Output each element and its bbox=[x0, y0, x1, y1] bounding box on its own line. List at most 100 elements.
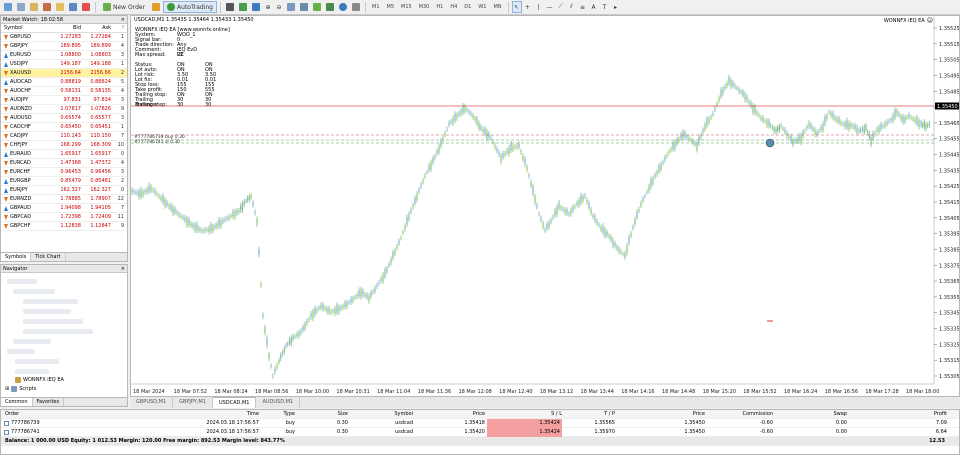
spread-cell: 0 bbox=[120, 151, 124, 157]
market-watch-icon[interactable] bbox=[28, 1, 40, 13]
expand-icon[interactable]: ⊞ bbox=[5, 386, 9, 392]
candle-body bbox=[178, 213, 180, 216]
tree-item-blurred[interactable] bbox=[15, 359, 59, 364]
column-header[interactable]: Order bbox=[5, 410, 19, 419]
trade-row[interactable]: 777786739 2024.03.18 17:56:57 buy 0.30 usdca… bbox=[1, 419, 959, 428]
column-header[interactable]: Price bbox=[441, 410, 485, 419]
candle-body bbox=[560, 207, 562, 209]
zoom-in-icon[interactable]: ⊕ bbox=[263, 1, 273, 13]
candle-body bbox=[624, 253, 626, 258]
tree-item-blurred[interactable] bbox=[23, 299, 78, 304]
text-icon[interactable]: A bbox=[589, 1, 599, 13]
price-chart-svg[interactable]: 1.35525 1.35515 1.35505 1.35495 1.35485 1.354… bbox=[131, 16, 959, 396]
data-window-icon[interactable] bbox=[41, 1, 53, 13]
vertical-line-icon[interactable]: | bbox=[534, 1, 544, 13]
candle-body bbox=[892, 115, 894, 122]
tree-item-blurred[interactable] bbox=[7, 349, 35, 354]
arrow-down-icon bbox=[4, 223, 8, 229]
tree-item-blurred[interactable] bbox=[7, 279, 37, 284]
navigator-icon[interactable] bbox=[54, 1, 66, 13]
tf-d1[interactable]: D1 bbox=[461, 1, 474, 13]
tree-item-blurred[interactable] bbox=[23, 329, 93, 334]
tab-common[interactable]: Common bbox=[1, 398, 33, 406]
column-header[interactable]: Profit bbox=[891, 410, 947, 419]
tree-item-scripts[interactable]: ⊞ Scripts bbox=[5, 386, 36, 392]
crosshair-icon[interactable]: + bbox=[523, 1, 533, 13]
column-header[interactable]: T / P bbox=[571, 410, 615, 419]
tf-m30[interactable]: M30 bbox=[416, 1, 433, 13]
trendline-icon[interactable]: ⟋ bbox=[556, 1, 566, 13]
bar-chart-icon[interactable] bbox=[224, 1, 236, 13]
cursor-icon[interactable]: ↖ bbox=[511, 1, 522, 13]
new-chart-icon[interactable] bbox=[2, 1, 14, 13]
tf-w1[interactable]: W1 bbox=[475, 1, 489, 13]
column-header[interactable]: Commission bbox=[721, 410, 773, 419]
time-label: 18 Mar 08:24 bbox=[214, 389, 247, 395]
close-icon[interactable]: × bbox=[121, 16, 125, 24]
header-spread[interactable]: ! bbox=[111, 24, 126, 32]
header-symbol[interactable]: Symbol bbox=[1, 24, 51, 32]
trade-row[interactable]: 777786741 2024.03.18 17:56:57 buy 0.30 usdca… bbox=[1, 428, 959, 437]
chart-tab-audusd[interactable]: AUDUSD,M1 bbox=[256, 397, 301, 408]
header-bid[interactable]: Bid bbox=[51, 24, 81, 32]
candle-body bbox=[390, 258, 392, 264]
horizontal-line-icon[interactable]: — bbox=[545, 1, 555, 13]
strategy-tester-icon[interactable] bbox=[80, 1, 92, 13]
chart-window[interactable]: USDCAD,M1 1.35435 1.35464 1.35433 1.3545… bbox=[130, 15, 960, 397]
tree-item-blurred[interactable] bbox=[23, 309, 71, 314]
tab-tick-chart[interactable]: Tick Chart bbox=[31, 253, 66, 261]
column-header[interactable]: Symbol bbox=[381, 410, 413, 419]
new-order-button[interactable]: New Order bbox=[99, 1, 149, 13]
ask-cell: 1.47372 bbox=[90, 160, 111, 166]
tree-item-blurred[interactable] bbox=[23, 319, 83, 324]
chart-tab-usdcad[interactable]: USDCAD,M1 bbox=[212, 397, 257, 408]
tree-item-blurred[interactable] bbox=[15, 369, 49, 374]
chart-shift-icon[interactable] bbox=[298, 1, 310, 13]
spread-cell: 2 bbox=[120, 178, 124, 184]
indicators-icon[interactable] bbox=[324, 1, 336, 13]
tile-windows-icon[interactable] bbox=[285, 1, 297, 13]
candle-body bbox=[888, 121, 890, 123]
fibonacci-icon[interactable]: ≡ bbox=[578, 1, 588, 13]
label-icon[interactable]: T bbox=[600, 1, 610, 13]
zoom-out-icon[interactable]: ⊖ bbox=[274, 1, 284, 13]
tab-symbols[interactable]: Symbols bbox=[1, 253, 32, 261]
arrows-icon[interactable]: ▸ bbox=[611, 1, 621, 13]
templates-icon[interactable] bbox=[350, 1, 362, 13]
candle-body bbox=[822, 123, 824, 131]
candle-body bbox=[350, 298, 352, 303]
tree-item-blurred[interactable] bbox=[13, 289, 55, 294]
periods-icon[interactable] bbox=[337, 1, 349, 13]
autoscroll-icon[interactable] bbox=[311, 1, 323, 13]
tf-h1[interactable]: H1 bbox=[433, 1, 446, 13]
column-header[interactable]: Swap bbox=[811, 410, 847, 419]
column-header[interactable]: S / L bbox=[487, 410, 562, 419]
channel-icon[interactable]: ⫽ bbox=[567, 1, 577, 13]
tf-m1[interactable]: M1 bbox=[369, 1, 383, 13]
column-header[interactable]: Time bbox=[201, 410, 259, 419]
candle-body bbox=[816, 131, 818, 136]
market-watch-row[interactable]: GBPCHF 1.12838 1.12847 9 bbox=[1, 222, 127, 231]
symbol-cell: GBPJPY bbox=[1, 42, 51, 50]
profiles-icon[interactable] bbox=[15, 1, 27, 13]
line-chart-icon[interactable] bbox=[250, 1, 262, 13]
tf-m15[interactable]: M15 bbox=[398, 1, 415, 13]
header-ask[interactable]: Ask bbox=[81, 24, 111, 32]
candlestick-icon[interactable] bbox=[237, 1, 249, 13]
metaeditor-icon[interactable] bbox=[150, 1, 162, 13]
close-icon[interactable]: × bbox=[121, 265, 125, 273]
tab-favorites[interactable]: Favorites bbox=[33, 398, 65, 406]
autotrading-button[interactable]: AutoTrading bbox=[163, 1, 217, 13]
tree-item-blurred[interactable] bbox=[13, 339, 51, 344]
chart-tab-gbpusd[interactable]: GBPUSD,M1 bbox=[130, 397, 174, 408]
column-header[interactable]: Type bbox=[263, 410, 295, 419]
tree-item-ea[interactable]: WONNFX iEQ EA bbox=[15, 377, 64, 383]
candle-body bbox=[468, 111, 470, 113]
tf-mn[interactable]: MN bbox=[490, 1, 504, 13]
tf-m5[interactable]: M5 bbox=[384, 1, 398, 13]
terminal-icon[interactable] bbox=[67, 1, 79, 13]
column-header[interactable]: Size bbox=[316, 410, 348, 419]
chart-tab-gbpjpy[interactable]: GBPJPY,M1 bbox=[173, 397, 213, 408]
tf-h4[interactable]: H4 bbox=[447, 1, 460, 13]
column-header[interactable]: Price bbox=[661, 410, 705, 419]
